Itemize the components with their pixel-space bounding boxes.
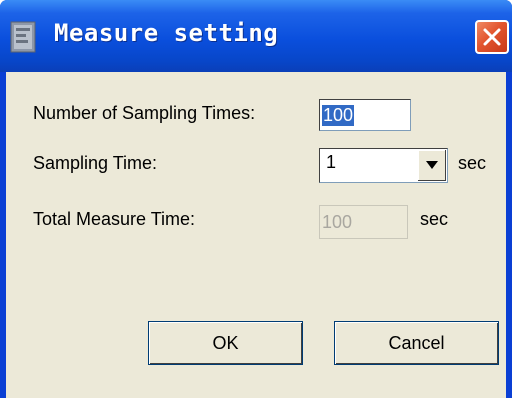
sampling-time-value: 1 [326,152,337,172]
ok-button[interactable]: OK [148,321,303,365]
app-window-icon [10,21,36,53]
sampling-time-label: Sampling Time: [33,153,158,173]
measure-setting-dialog: Measure setting Number of Sampling Times… [0,0,512,398]
sampling-times-input[interactable]: 100 [319,99,411,131]
close-icon [483,28,501,46]
dialog-title: Measure setting [54,19,279,47]
sampling-time-select[interactable]: 1 [319,148,448,183]
close-button[interactable] [475,20,509,54]
sampling-time-unit: sec [458,153,487,173]
dropdown-button[interactable] [417,150,446,181]
chevron-down-icon [426,161,438,169]
total-time-input: 100 [319,205,408,239]
dialog-body: Number of Sampling Times: 100 Sampling T… [6,72,506,398]
total-time-value: 100 [322,212,353,232]
title-bar[interactable]: Measure setting [0,0,512,72]
sampling-times-label: Number of Sampling Times: [33,103,256,123]
total-time-label: Total Measure Time: [33,209,196,229]
total-time-unit: sec [420,209,449,229]
cancel-button[interactable]: Cancel [334,321,499,365]
sampling-times-value: 100 [322,105,355,126]
